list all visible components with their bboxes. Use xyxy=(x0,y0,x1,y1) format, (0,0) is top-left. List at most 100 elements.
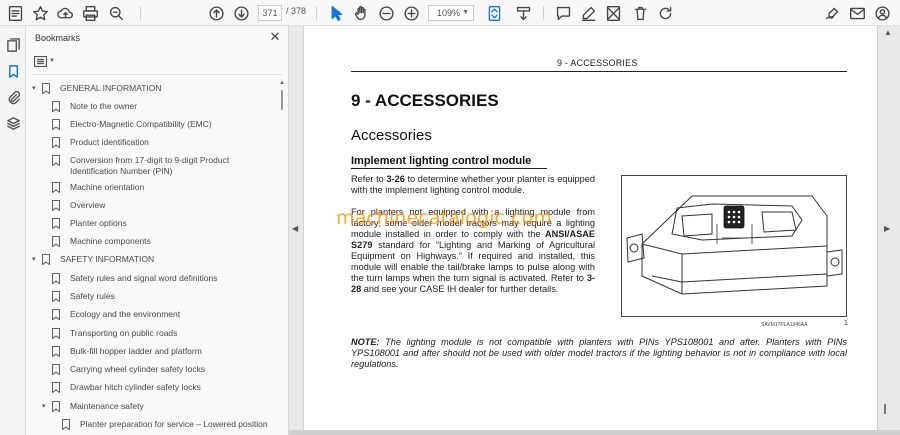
attachments-icon[interactable] xyxy=(4,88,22,106)
bookmark-label: Electro-Magnetic Compatibility (EMC) xyxy=(70,119,212,129)
page-reference: 3-26 xyxy=(386,174,405,184)
document-scrollbar[interactable] xyxy=(884,404,886,414)
bookmarks-icon[interactable] xyxy=(4,62,22,80)
bookmark-item-machine-orientation[interactable]: Machine orientation xyxy=(51,181,145,198)
bookmark-tree: ▾ GENERAL INFORMATION Note to the owner … xyxy=(26,79,280,435)
bookmark-item-pin-conversion[interactable]: Conversion from 17-digit to 9-digit Prod… xyxy=(51,154,250,176)
running-header: 9 - ACCESSORIES xyxy=(557,58,638,68)
bookmark-label: Machine components xyxy=(70,236,151,246)
bookmark-item-maintenance-safety[interactable]: ▾ Maintenance safety xyxy=(42,400,144,417)
star-icon[interactable] xyxy=(30,3,50,23)
zoom-level-select[interactable]: 109% ▼ xyxy=(428,5,474,21)
bookmark-label: Carrying wheel cylinder safety locks xyxy=(70,364,206,374)
bookmark-label: GENERAL INFORMATION xyxy=(60,83,162,93)
main-toolbar: 371 / 378 109% ▼ xyxy=(0,0,900,26)
bookmark-item-emc[interactable]: Electro-Magnetic Compatibility (EMC) xyxy=(51,118,212,135)
bookmark-item-drawbar-hitch-locks[interactable]: Drawbar hitch cylinder safety locks xyxy=(51,381,201,398)
bookmark-flag-icon xyxy=(51,290,64,303)
bookmark-item-general-information[interactable]: ▾ GENERAL INFORMATION xyxy=(32,82,162,99)
paragraph-intro: Refer to 3-26 to determine whether your … xyxy=(351,174,595,196)
scroll-mode-icon[interactable] xyxy=(513,3,533,23)
note-label: NOTE: xyxy=(351,337,380,347)
page-fit-icon[interactable] xyxy=(484,3,504,23)
expand-panel-icon[interactable]: ▶ xyxy=(884,224,890,233)
layers-icon[interactable] xyxy=(4,114,22,132)
chevron-down-icon[interactable]: ▾ xyxy=(32,83,42,94)
bookmark-star-icon[interactable] xyxy=(5,3,25,23)
bookmark-flag-icon xyxy=(51,181,64,194)
comment-icon[interactable] xyxy=(553,3,573,23)
bookmark-options-button[interactable]: ▼ xyxy=(34,54,56,68)
bookmarks-scrollbar[interactable] xyxy=(281,90,283,110)
bookmark-item-bulk-fill-hopper[interactable]: Bulk-fill hopper ladder and platform xyxy=(51,345,202,362)
pen-icon[interactable] xyxy=(578,3,598,23)
bookmark-flag-icon xyxy=(51,327,64,340)
chevron-down-icon[interactable]: ▾ xyxy=(32,254,42,265)
thumbnails-icon[interactable] xyxy=(4,36,22,54)
text-run: and see your CASE IH dealer for further … xyxy=(361,284,559,294)
bookmark-item-product-identification[interactable]: Product identification xyxy=(51,136,149,153)
bookmark-item-planter-preparation[interactable]: Planter preparation for service – Lowere… xyxy=(61,418,268,435)
figure-caption: SAVM17PLA1346AA xyxy=(761,322,808,328)
select-cursor-icon[interactable] xyxy=(326,3,346,23)
email-icon[interactable] xyxy=(847,3,867,23)
bookmark-flag-icon xyxy=(51,308,64,321)
bookmark-flag-icon xyxy=(51,154,64,167)
bookmark-item-transporting[interactable]: Transporting on public roads xyxy=(51,327,177,344)
bookmark-label: Drawbar hitch cylinder safety locks xyxy=(70,382,201,392)
bookmark-item-safety-information[interactable]: ▾ SAFETY INFORMATION xyxy=(32,253,154,270)
collapse-panel-icon[interactable]: ◀ xyxy=(292,224,298,233)
hand-tool-icon[interactable] xyxy=(351,3,371,23)
print-icon[interactable] xyxy=(80,3,100,23)
scroll-up-icon[interactable]: ▲ xyxy=(884,28,892,37)
bookmark-label: Safety rules and signal word definitions xyxy=(70,273,218,283)
bookmark-flag-icon xyxy=(61,418,74,431)
bookmark-label: Planter preparation for service – Lowere… xyxy=(80,419,268,429)
rotate-icon[interactable] xyxy=(655,3,675,23)
zoom-out-icon[interactable] xyxy=(376,3,396,23)
bookmark-label: Conversion from 17-digit to 9-digit Prod… xyxy=(70,155,230,176)
user-account-icon[interactable] xyxy=(872,3,892,23)
bookmark-label: Machine orientation xyxy=(70,182,145,192)
bookmark-item-machine-components[interactable]: Machine components xyxy=(51,235,151,252)
bookmark-item-safety-rules-signal-words[interactable]: Safety rules and signal word definitions xyxy=(51,272,218,289)
header-rule xyxy=(351,71,847,72)
panel-divider xyxy=(32,74,282,75)
bookmark-flag-icon xyxy=(41,82,54,95)
chevron-down-icon: ▼ xyxy=(462,9,469,16)
panel-title: Bookmarks xyxy=(35,33,81,43)
toolbar-divider xyxy=(543,6,544,20)
section-title: Accessories xyxy=(351,127,432,144)
bookmark-flag-icon xyxy=(51,217,64,230)
options-list-icon xyxy=(34,55,47,67)
delete-icon[interactable] xyxy=(630,3,650,23)
close-icon[interactable]: ✕ xyxy=(268,30,282,44)
bookmark-item-note-to-owner[interactable]: Note to the owner xyxy=(51,100,138,117)
next-page-icon[interactable] xyxy=(231,3,251,23)
bookmark-label: Note to the owner xyxy=(70,101,138,111)
bookmark-label: Product identification xyxy=(70,137,149,147)
bookmark-item-carrying-wheel-locks[interactable]: Carrying wheel cylinder safety locks xyxy=(51,363,206,380)
bookmark-flag-icon xyxy=(51,272,64,285)
chevron-down-icon: ▼ xyxy=(49,58,55,64)
bookmark-label: Bulk-fill hopper ladder and platform xyxy=(70,346,202,356)
zoom-in-icon[interactable] xyxy=(401,3,421,23)
bookmark-item-planter-options[interactable]: Planter options xyxy=(51,217,127,234)
note-paragraph: NOTE: The lighting module is not compati… xyxy=(351,337,847,370)
chapter-title: 9 - ACCESSORIES xyxy=(351,91,499,110)
cloud-upload-icon[interactable] xyxy=(55,3,75,23)
scroll-up-icon[interactable]: ▲ xyxy=(279,80,285,86)
bookmark-item-safety-rules[interactable]: Safety rules xyxy=(51,290,115,307)
bookmark-item-overview[interactable]: Overview xyxy=(51,199,106,216)
lighting-module-illustration xyxy=(626,195,843,295)
highlight-icon[interactable] xyxy=(603,3,623,23)
horizontal-scrollbar[interactable] xyxy=(289,430,900,435)
chevron-down-icon[interactable]: ▾ xyxy=(42,401,52,412)
bookmark-item-ecology[interactable]: Ecology and the environment xyxy=(51,308,180,325)
watermark-text: machinecatalogic.com xyxy=(336,207,553,229)
previous-page-icon[interactable] xyxy=(206,3,226,23)
bookmark-label: Overview xyxy=(70,200,106,210)
fill-sign-icon[interactable] xyxy=(822,3,842,23)
zoom-search-icon[interactable] xyxy=(106,3,126,23)
page-number-input[interactable]: 371 xyxy=(258,5,282,21)
